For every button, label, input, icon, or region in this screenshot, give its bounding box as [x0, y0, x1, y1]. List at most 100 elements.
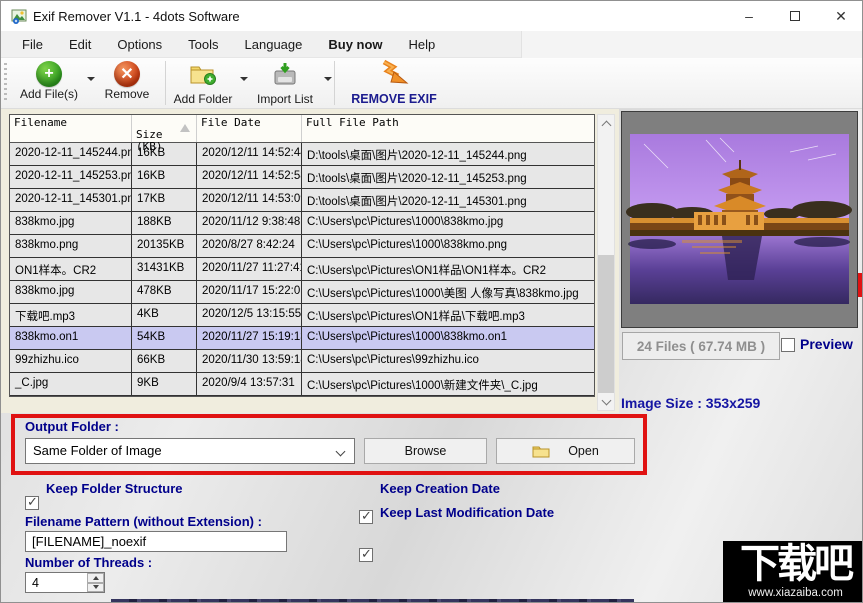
menu-tools[interactable]: Tools — [175, 33, 231, 56]
file-table-header: Filename Size (KB) File Date Full File P… — [10, 115, 594, 143]
toolbar-separator — [165, 61, 166, 105]
menu-bar-seam — [521, 31, 863, 58]
table-row[interactable]: 99zhizhu.ico66KB2020/11/30 13:59:18C:\Us… — [10, 350, 594, 373]
add-folder-label: Add Folder — [171, 92, 235, 106]
add-files-label: Add File(s) — [13, 87, 85, 101]
image-preview-box — [621, 111, 858, 328]
cell-date: 2020/11/27 15:19:13 — [197, 327, 302, 349]
table-row[interactable]: 838kmo.jpg478KB2020/11/17 15:22:01C:\Use… — [10, 281, 594, 304]
number-of-threads-label: Number of Threads : — [25, 555, 152, 570]
open-folder-icon — [532, 444, 550, 458]
add-folder-dropdown-icon[interactable] — [240, 77, 248, 81]
column-header-date[interactable]: File Date — [197, 115, 302, 142]
files-summary-box: 24 Files ( 67.74 MB ) — [622, 332, 780, 360]
table-row[interactable]: ON1样本。CR231431KB2020/11/27 11:27:41C:\Us… — [10, 258, 594, 281]
add-files-button[interactable]: + Add File(s) — [13, 61, 85, 105]
preview-label[interactable]: Preview — [800, 336, 853, 352]
import-list-button[interactable]: Import List — [251, 61, 319, 105]
menu-options[interactable]: Options — [104, 33, 175, 56]
cell-size: 54KB — [132, 327, 197, 349]
open-button[interactable]: Open — [496, 438, 635, 464]
add-files-dropdown-icon[interactable] — [87, 77, 95, 81]
cell-path: C:\Users\pc\Pictures\1000\838kmo.jpg — [302, 212, 592, 234]
browse-button[interactable]: Browse — [364, 438, 487, 464]
table-row[interactable]: 838kmo.on154KB2020/11/27 15:19:13C:\User… — [10, 327, 594, 350]
cell-filename: 838kmo.png — [10, 235, 132, 257]
table-row[interactable]: 838kmo.jpg188KB2020/11/12 9:38:48C:\User… — [10, 212, 594, 235]
chevron-up-icon — [601, 120, 611, 130]
cell-date: 2020/12/5 13:15:55 — [197, 304, 302, 326]
close-button[interactable]: ✕ — [818, 1, 863, 31]
table-row[interactable]: _C.jpg9KB2020/9/4 13:57:31C:\Users\pc\Pi… — [10, 373, 594, 396]
threads-stepper — [87, 573, 104, 592]
filename-pattern-input[interactable] — [25, 531, 287, 552]
import-list-dropdown-icon[interactable] — [324, 77, 332, 81]
app-window: Exif Remover V1.1 - 4dots Software – ✕ F… — [0, 0, 863, 603]
column-header-size-label: Size (KB) — [136, 128, 163, 153]
maximize-button[interactable] — [772, 1, 818, 31]
table-row[interactable]: 2020-12-11_145301.png17KB2020/12/11 14:5… — [10, 189, 594, 212]
cell-size: 4KB — [132, 304, 197, 326]
cell-path: C:\Users\pc\Pictures\ON1样品\下载吧.mp3 — [302, 304, 592, 326]
stepper-down-button[interactable] — [87, 583, 104, 593]
output-folder-select[interactable]: Same Folder of Image — [25, 438, 355, 464]
keep-folder-structure-label[interactable]: Keep Folder Structure — [46, 481, 183, 496]
cell-path: C:\Users\pc\Pictures\99zhizhu.ico — [302, 350, 592, 372]
remove-exif-button[interactable]: REMOVE EXIF — [348, 59, 440, 105]
table-row[interactable]: 2020-12-11_145244.png16KB2020/12/11 14:5… — [10, 143, 594, 166]
column-header-path[interactable]: Full File Path — [302, 115, 592, 142]
watermark-site: www.xiazaiba.com — [723, 587, 863, 600]
toolbar-separator-2 — [334, 61, 335, 105]
minimize-button[interactable]: – — [726, 1, 772, 31]
remove-button[interactable]: ✕ Remove — [101, 61, 153, 105]
menu-file[interactable]: File — [9, 33, 56, 56]
menu-buy-now[interactable]: Buy now — [315, 33, 395, 56]
keep-folder-structure-checkbox[interactable]: ✓ — [25, 496, 39, 510]
menu-bar: File Edit Options Tools Language Buy now… — [1, 31, 862, 58]
table-row[interactable]: 下载吧.mp34KB2020/12/5 13:15:55C:\Users\pc\… — [10, 304, 594, 327]
cell-filename: ON1样本。CR2 — [10, 258, 132, 280]
maximize-icon — [790, 11, 800, 21]
cell-date: 2020/12/11 14:52:58 — [197, 166, 302, 188]
cell-filename: 838kmo.jpg — [10, 281, 132, 303]
add-files-icon: + — [36, 61, 62, 87]
preview-checkbox[interactable] — [781, 338, 795, 352]
watermark-title: 下载吧 — [723, 541, 863, 587]
table-scrollbar[interactable] — [597, 114, 615, 411]
scroll-up-button[interactable] — [598, 115, 614, 132]
cell-filename: 2020-12-11_145301.png — [10, 189, 132, 211]
menu-language[interactable]: Language — [232, 33, 316, 56]
column-header-size[interactable]: Size (KB) — [132, 115, 197, 142]
remove-exif-icon — [379, 59, 409, 87]
cell-size: 16KB — [132, 166, 197, 188]
scroll-down-button[interactable] — [598, 393, 614, 410]
cell-date: 2020/11/27 11:27:41 — [197, 258, 302, 280]
scrollbar-thumb[interactable] — [598, 255, 614, 393]
output-folder-label: Output Folder : — [25, 419, 119, 434]
add-folder-button[interactable]: Add Folder — [171, 61, 235, 105]
open-label: Open — [568, 444, 599, 458]
keep-creation-date-label[interactable]: Keep Creation Date — [380, 481, 500, 496]
title-bar[interactable]: Exif Remover V1.1 - 4dots Software – ✕ — [1, 1, 862, 31]
table-row[interactable]: 2020-12-11_145253.png16KB2020/12/11 14:5… — [10, 166, 594, 189]
keep-last-modification-date-checkbox[interactable]: ✓ — [359, 548, 373, 562]
add-folder-icon — [189, 61, 217, 87]
remove-icon: ✕ — [114, 61, 140, 87]
import-list-label: Import List — [251, 92, 319, 106]
cell-filename: 2020-12-11_145253.png — [10, 166, 132, 188]
keep-creation-date-checkbox[interactable]: ✓ — [359, 510, 373, 524]
cell-size: 9KB — [132, 373, 197, 395]
toolbar-grip[interactable] — [4, 63, 7, 103]
stepper-up-button[interactable] — [87, 573, 104, 583]
keep-last-modification-date-label[interactable]: Keep Last Modification Date — [380, 505, 554, 520]
cell-path: C:\Users\pc\Pictures\1000\新建文件夹\_C.jpg — [302, 373, 592, 395]
image-size-label: Image Size : 353x259 — [621, 395, 760, 411]
cell-path: C:\Users\pc\Pictures\1000\美图 人像写真\838kmo… — [302, 281, 592, 303]
cell-size: 17KB — [132, 189, 197, 211]
menu-help[interactable]: Help — [396, 33, 449, 56]
table-row[interactable]: 838kmo.png20135KB2020/8/27 8:42:24C:\Use… — [10, 235, 594, 258]
menu-edit[interactable]: Edit — [56, 33, 104, 56]
cell-path: C:\Users\pc\Pictures\1000\838kmo.png — [302, 235, 592, 257]
column-header-filename[interactable]: Filename — [10, 115, 132, 142]
cell-size: 478KB — [132, 281, 197, 303]
